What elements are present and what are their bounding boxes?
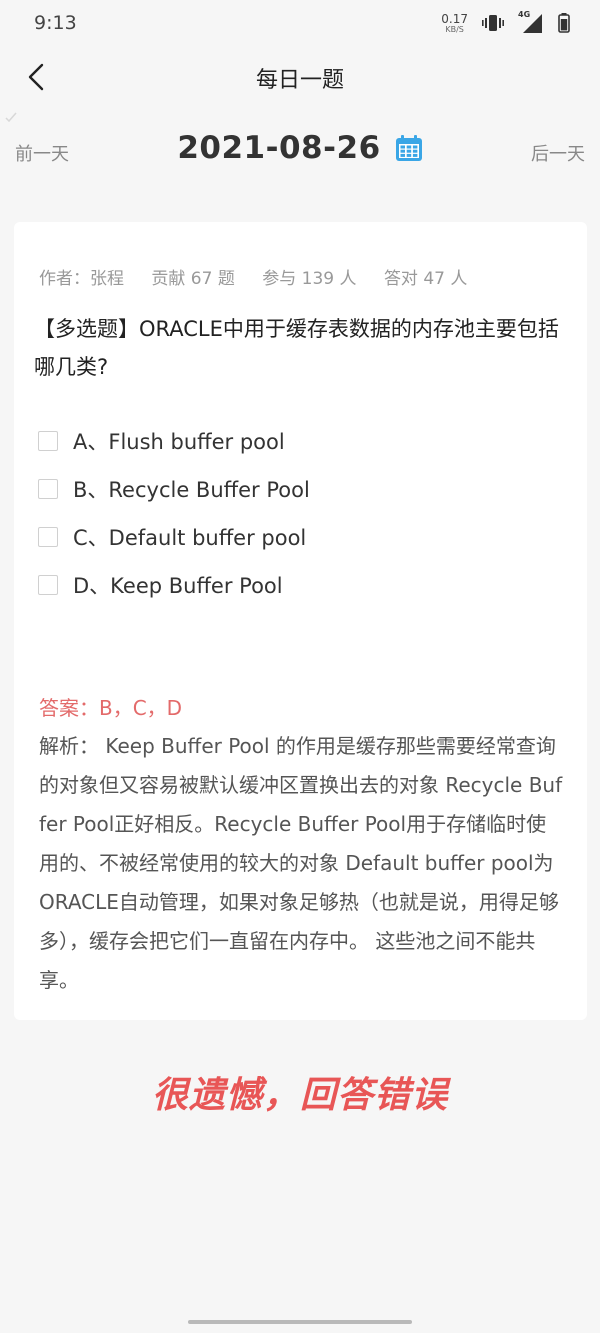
status-time: 9:13 <box>34 12 77 34</box>
meta-participants: 参与 139 人 <box>262 269 357 289</box>
home-indicator[interactable] <box>188 1320 412 1324</box>
correct-answer: 答案：B，C，D <box>39 696 183 720</box>
option-b-checkbox[interactable] <box>38 479 58 499</box>
status-bar: 9:13 0.17 KB/S 4G <box>0 0 600 50</box>
next-day-button[interactable]: 后一天 <box>531 140 585 166</box>
net-speed-unit: KB/S <box>445 24 464 34</box>
daily-question-page: 9:13 0.17 KB/S 4G 每日一题 前一天 2021-08-26 后一… <box>0 0 600 1333</box>
meta-correct: 答对 47 人 <box>383 269 468 289</box>
status-icons: 0.17 KB/S 4G <box>441 10 570 34</box>
question-card: 作者：张程 贡献 67 题 参与 139 人 答对 47 人 【多选题】ORAC… <box>14 222 587 1020</box>
current-date: 2021-08-26 <box>177 130 381 166</box>
option-c-checkbox[interactable] <box>38 527 58 547</box>
options-list: A、Flush buffer pool B、Recycle Buffer Poo… <box>38 417 558 609</box>
option-d-label: D、Keep Buffer Pool <box>73 574 283 598</box>
result-message: 很遗憾，回答错误 <box>151 1075 448 1116</box>
check-icon <box>5 112 17 123</box>
meta-author: 作者：张程 <box>39 269 124 289</box>
option-a-label: A、Flush buffer pool <box>73 430 285 454</box>
option-a[interactable]: A、Flush buffer pool <box>38 417 558 465</box>
date-selector[interactable]: 2021-08-26 <box>0 130 600 166</box>
date-navigation: 前一天 2021-08-26 后一天 <box>0 125 600 180</box>
battery-icon <box>558 13 570 33</box>
option-b[interactable]: B、Recycle Buffer Pool <box>38 465 558 513</box>
net-speed: 0.17 KB/S <box>441 13 468 34</box>
option-a-checkbox[interactable] <box>38 431 58 451</box>
option-c-label: C、Default buffer pool <box>73 526 307 550</box>
nav-bar: 每日一题 <box>0 50 600 105</box>
signal-icon <box>523 14 542 33</box>
option-c[interactable]: C、Default buffer pool <box>38 513 558 561</box>
answer-analysis: 解析： Keep Buffer Pool 的作用是缓存那些需要经常查询的对象但又… <box>39 734 563 992</box>
page-title: 每日一题 <box>255 68 344 93</box>
question-text: 【多选题】ORACLE中用于缓存表数据的内存池主要包括哪几类? <box>34 317 559 379</box>
option-d-checkbox[interactable] <box>38 575 58 595</box>
option-b-label: B、Recycle Buffer Pool <box>73 478 310 502</box>
question-meta: 作者：张程 贡献 67 题 参与 139 人 答对 47 人 <box>39 264 489 289</box>
net-speed-value: 0.17 <box>441 11 468 26</box>
option-d[interactable]: D、Keep Buffer Pool <box>38 561 558 609</box>
signal-indicator: 4G <box>518 10 544 34</box>
vibrate-icon <box>482 15 504 31</box>
meta-contribution: 贡献 67 题 <box>151 269 235 289</box>
calendar-icon[interactable] <box>395 134 423 162</box>
